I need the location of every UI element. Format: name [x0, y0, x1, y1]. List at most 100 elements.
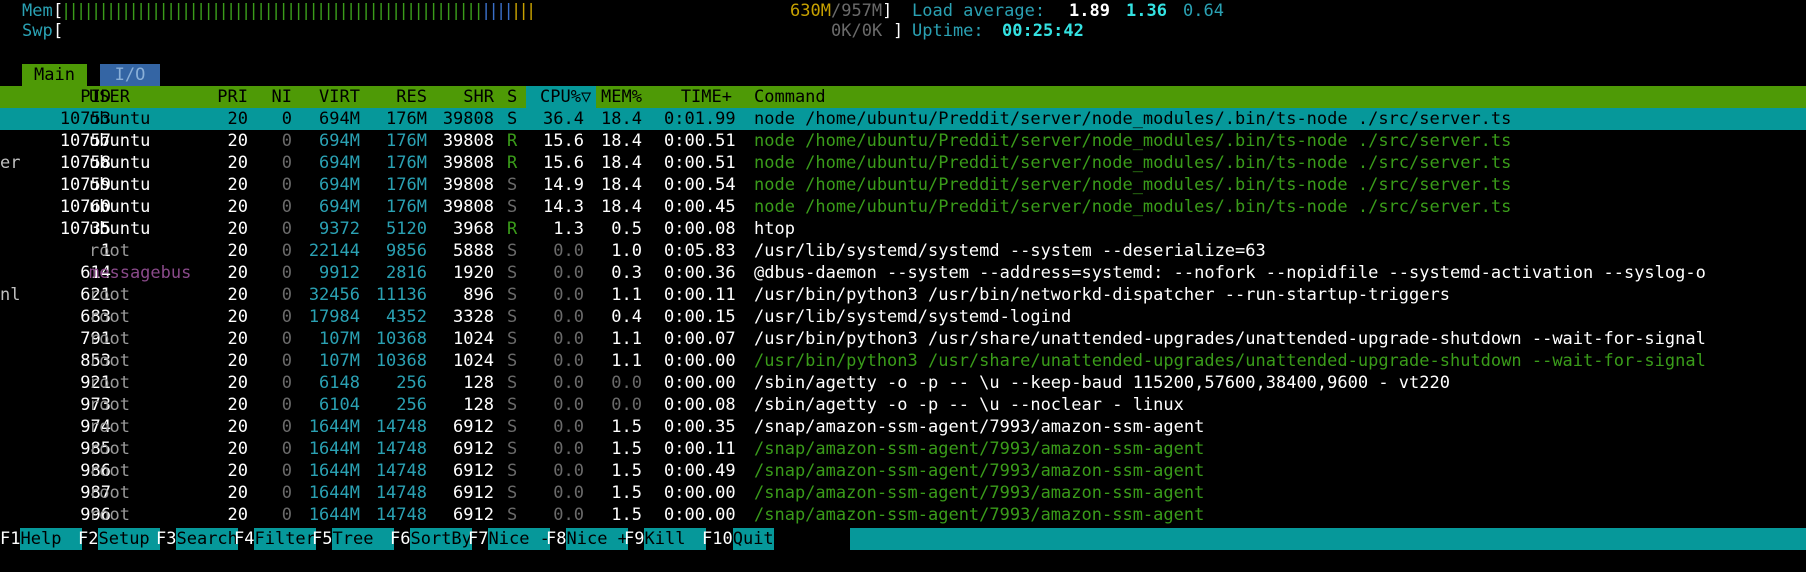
fkey-label: Search	[176, 528, 238, 550]
mem-label: Mem	[22, 1, 53, 21]
col-command[interactable]: Command	[754, 86, 826, 108]
process-row[interactable]: 996 root 20 0 1644M 14748 6912 S 0.0 1.5 0:00.00/s…	[0, 504, 1806, 526]
tab-main[interactable]: Main	[22, 64, 87, 86]
process-virt: 107M	[319, 351, 360, 371]
fkey-f2[interactable]: F2Setup	[78, 528, 160, 550]
process-row[interactable]: 853 root 20 0 107M 10368 1024 S 0.0 1.1 0:00.00/us…	[0, 350, 1806, 372]
process-row[interactable]: 10760 ubuntu 20 0 694M 176M 39808 S 14.3 18.4 0:00…	[0, 196, 1806, 218]
process-s: S	[507, 285, 518, 305]
uptime-label: Uptime:	[912, 21, 984, 41]
process-row[interactable]: 10753 ubuntu 20 0 694M 176M 39808 S 36.4 18.4 0:01…	[0, 108, 1806, 130]
process-cmd: /sbin/agetty -o -p -- \u --noclear - lin…	[754, 395, 1184, 415]
process-row[interactable]: 974 root 20 0 1644M 14748 6912 S 0.0 1.5 0:00.35/s…	[0, 416, 1806, 438]
process-mem: 1.1	[611, 329, 642, 349]
process-res: 176M	[386, 109, 427, 129]
fkey-f3[interactable]: F3Search	[156, 528, 238, 550]
process-row[interactable]: er 10758 ubuntu 20 0 694M 176M 39808 R 15.6 18.4 0:…	[0, 152, 1806, 174]
process-cmd: /usr/bin/python3 /usr/share/unattended-u…	[754, 351, 1706, 371]
process-ni: 0	[281, 285, 292, 305]
col-pri[interactable]: PRI	[200, 86, 248, 108]
mem-bar-segment: |	[181, 1, 192, 21]
process-user: root	[89, 439, 130, 459]
mem-bar-segment: |	[128, 1, 139, 21]
fkey-f7[interactable]: F7Nice -	[468, 528, 550, 550]
fkey-f4[interactable]: F4Filter	[234, 528, 316, 550]
col-time[interactable]: TIME+	[670, 86, 732, 108]
fkey-f10[interactable]: F10Quit	[702, 528, 774, 550]
fkey-f9[interactable]: F9Kill	[624, 528, 706, 550]
process-row[interactable]: 987 root 20 0 1644M 14748 6912 S 0.0 1.5 0:00.00/s…	[0, 482, 1806, 504]
process-row[interactable]: 1 root 20 0 22144 9856 5888 S 0.0 1.0 0:05.83/usr/…	[0, 240, 1806, 262]
process-shr: 3328	[453, 307, 494, 327]
mem-bar-segment: |	[173, 1, 184, 21]
process-pri: 20	[227, 351, 248, 371]
process-mem: 0.0	[611, 395, 642, 415]
mem-bar: ||||||||||||||||||||||||||||||||||||||||…	[61, 0, 891, 22]
mem-bar-segment: |	[308, 1, 319, 21]
process-row[interactable]: 683 root 20 0 17984 4352 3328 S 0.0 0.4 0:00.15/us…	[0, 306, 1806, 328]
fkey-label: Help	[20, 528, 82, 550]
col-state[interactable]: S	[507, 86, 517, 108]
process-row[interactable]: 921 root 20 0 6148 256 128 S 0.0 0.0 0:00.00/sbin/…	[0, 372, 1806, 394]
process-shr: 39808	[442, 131, 494, 151]
col-user[interactable]: USER	[89, 86, 130, 108]
mem-value-group: 630M/957M]	[790, 0, 892, 22]
process-cmd: @dbus-daemon --system --address=systemd:…	[754, 263, 1706, 283]
process-res: 256	[396, 395, 427, 415]
process-cpu: 0.0	[553, 505, 584, 525]
process-s: R	[507, 219, 518, 239]
mem-bar-segment: |	[481, 1, 492, 21]
process-cmd: /snap/amazon-ssm-agent/7993/amazon-ssm-a…	[754, 417, 1205, 437]
process-row[interactable]: nl 621 root 20 0 32456 11136 896 S 0.0 1.1 0:00.11/…	[0, 284, 1806, 306]
swp-open-bracket: [	[53, 21, 64, 41]
process-cmd: /usr/lib/systemd/systemd --system --dese…	[754, 241, 1266, 261]
process-pri: 20	[227, 417, 248, 437]
fkey-f8[interactable]: F8Nice +	[546, 528, 628, 550]
col-ni[interactable]: NI	[260, 86, 292, 108]
process-cpu: 0.0	[553, 351, 584, 371]
process-cpu: 0.0	[553, 461, 584, 481]
fkey-key: F8	[546, 529, 567, 549]
process-cpu: 36.4	[543, 109, 584, 129]
fkey-key: F5	[312, 529, 333, 549]
process-res: 4352	[386, 307, 427, 327]
col-res[interactable]: RES	[370, 86, 427, 108]
process-shr: 6912	[453, 439, 494, 459]
process-row[interactable]: 10757 ubuntu 20 0 694M 176M 39808 R 15.6 18.4 0:00…	[0, 130, 1806, 152]
tab-io[interactable]: I/O	[100, 64, 160, 86]
process-ni: 0	[281, 131, 292, 151]
process-s: S	[507, 307, 518, 327]
col-cpu[interactable]: CPU%▽	[526, 86, 596, 108]
process-cpu: 15.6	[543, 131, 584, 151]
process-shr: 5888	[453, 241, 494, 261]
col-shr[interactable]: SHR	[434, 86, 494, 108]
process-user: ubuntu	[89, 131, 151, 151]
process-shr: 39808	[442, 197, 494, 217]
process-row[interactable]: 10759 ubuntu 20 0 694M 176M 39808 S 14.9 18.4 0:00…	[0, 174, 1806, 196]
process-s: S	[507, 505, 518, 525]
process-virt: 694M	[319, 131, 360, 151]
process-row[interactable]: 614 messagebus 20 0 9912 2816 1920 S 0.0 0.3 0:00.…	[0, 262, 1806, 284]
process-time: 0:00.11	[664, 439, 736, 459]
process-user: root	[89, 505, 130, 525]
mem-bar-segment: |	[466, 1, 477, 21]
fkey-f5[interactable]: F5Tree	[312, 528, 394, 550]
fkey-f6[interactable]: F6SortBy	[390, 528, 472, 550]
process-shr: 128	[463, 395, 494, 415]
col-mem[interactable]: MEM%	[590, 86, 642, 108]
mem-bar-segment: |	[143, 1, 154, 21]
process-virt: 107M	[319, 329, 360, 349]
process-shr: 39808	[442, 153, 494, 173]
process-shr: 6912	[453, 483, 494, 503]
process-row[interactable]: 985 root 20 0 1644M 14748 6912 S 0.0 1.5 0:00.11/s…	[0, 438, 1806, 460]
process-row[interactable]: 791 root 20 0 107M 10368 1024 S 0.0 1.1 0:00.07/us…	[0, 328, 1806, 350]
load-1: 1.89	[1069, 1, 1110, 21]
mem-bar-segment: |	[211, 1, 222, 21]
col-virt[interactable]: VIRT	[300, 86, 360, 108]
process-row[interactable]: 973 root 20 0 6104 256 128 S 0.0 0.0 0:00.08/sbin/…	[0, 394, 1806, 416]
process-row[interactable]: 986 root 20 0 1644M 14748 6912 S 0.0 1.5 0:00.49/s…	[0, 460, 1806, 482]
mem-bar-segment: |	[361, 1, 372, 21]
fkey-f1[interactable]: F1Help	[0, 528, 82, 550]
process-row[interactable]: 10735 ubuntu 20 0 9372 5120 3968 R 1.3 0.5 0:00.08…	[0, 218, 1806, 240]
uptime-value: 00:25:42	[1002, 21, 1084, 41]
